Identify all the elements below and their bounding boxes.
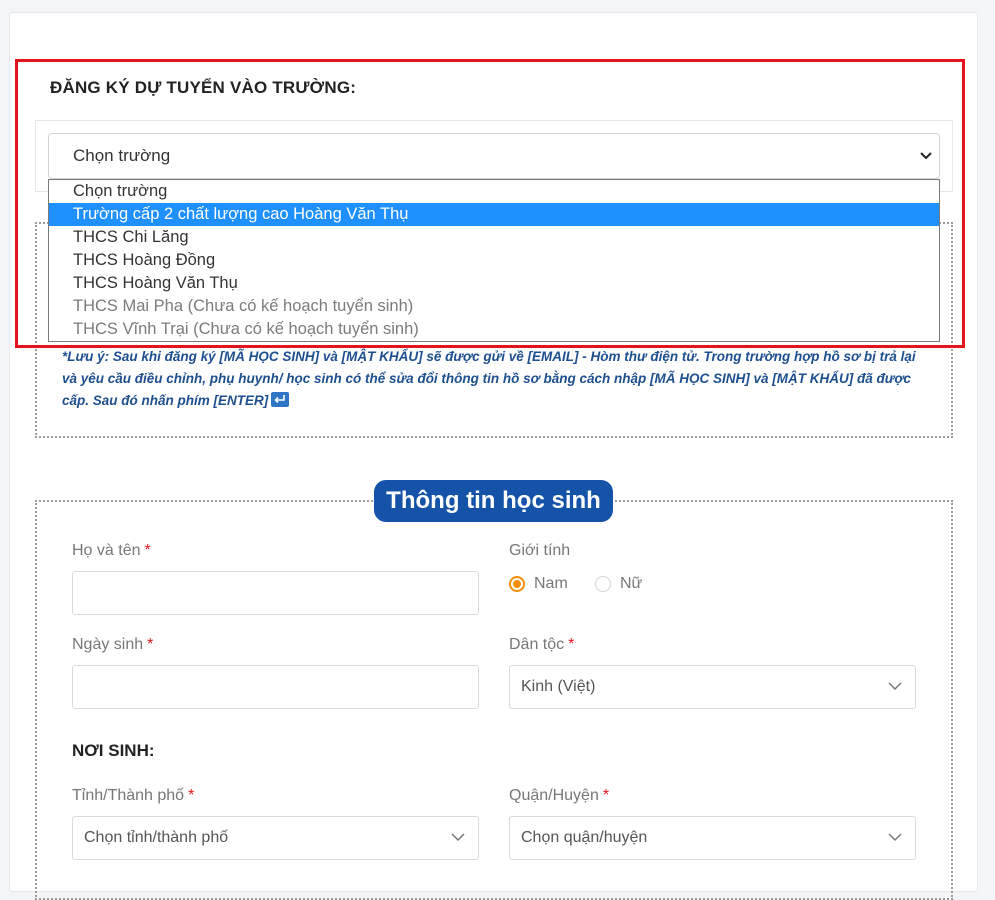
province-select[interactable]: Chọn tỉnh/thành phố bbox=[72, 816, 479, 860]
chevron-down-icon bbox=[888, 833, 902, 842]
province-label-text: Tỉnh/Thành phố bbox=[72, 787, 185, 804]
school-option-disabled: THCS Vĩnh Trại (Chưa có kế hoạch tuyển s… bbox=[73, 320, 419, 338]
gender-female-label: Nữ bbox=[620, 575, 643, 592]
school-dropdown-list: Chọn trường Trường cấp 2 chất lượng cao … bbox=[48, 179, 940, 342]
required-mark: * bbox=[568, 636, 575, 653]
district-select[interactable]: Chọn quận/huyện bbox=[509, 816, 916, 860]
required-mark: * bbox=[144, 542, 151, 559]
ethnicity-value: Kinh (Việt) bbox=[521, 678, 596, 695]
province-label: Tỉnh/Thành phố * bbox=[72, 787, 194, 805]
fullname-label-text: Họ và tên bbox=[72, 542, 141, 559]
ethnicity-label-text: Dân tộc bbox=[509, 636, 565, 653]
school-option[interactable]: THCS Chi Lăng bbox=[49, 226, 939, 249]
registration-note-text: *Lưu ý: Sau khi đăng ký [MÃ HỌC SINH] và… bbox=[62, 349, 916, 408]
required-mark: * bbox=[188, 787, 195, 804]
fullname-input[interactable] bbox=[72, 571, 479, 615]
ethnicity-select[interactable]: Kinh (Việt) bbox=[509, 665, 916, 709]
chevron-down-icon bbox=[888, 682, 902, 691]
radio-checked-icon bbox=[509, 576, 525, 592]
school-option-highlighted[interactable]: Trường cấp 2 chất lượng cao Hoàng Văn Th… bbox=[49, 203, 939, 226]
school-option[interactable]: THCS Hoàng Đồng bbox=[49, 249, 939, 272]
gender-label: Giới tính bbox=[509, 542, 571, 559]
district-placeholder: Chọn quận/huyện bbox=[521, 829, 648, 846]
ethnicity-label: Dân tộc * bbox=[509, 636, 574, 654]
required-mark: * bbox=[147, 636, 154, 653]
school-option-disabled: THCS Mai Pha (Chưa có kế hoạch tuyển sin… bbox=[73, 297, 414, 315]
dob-label-text: Ngày sinh bbox=[72, 636, 144, 653]
school-option[interactable]: Chọn trường bbox=[49, 180, 939, 203]
gender-radio-male[interactable]: Nam bbox=[509, 575, 568, 593]
school-option[interactable]: THCS Hoàng Văn Thụ bbox=[49, 272, 939, 295]
chevron-down-icon bbox=[451, 833, 465, 842]
district-label-text: Quận/Huyện bbox=[509, 787, 599, 804]
required-mark: * bbox=[602, 787, 610, 804]
dob-input[interactable] bbox=[72, 665, 479, 709]
radio-unchecked-icon bbox=[595, 576, 611, 592]
enter-key-icon bbox=[271, 392, 290, 407]
birthplace-heading: NƠI SINH: bbox=[72, 741, 155, 760]
dob-label: Ngày sinh * bbox=[72, 636, 153, 654]
fullname-label: Họ và tên * bbox=[72, 542, 151, 560]
district-label: Quận/Huyện * bbox=[509, 787, 609, 805]
section-title-student-info: Thông tin học sinh bbox=[374, 480, 613, 522]
registration-note: *Lưu ý: Sau khi đăng ký [MÃ HỌC SINH] và… bbox=[62, 346, 932, 412]
gender-radio-female[interactable]: Nữ bbox=[595, 575, 642, 593]
province-placeholder: Chọn tỉnh/thành phố bbox=[84, 829, 229, 846]
gender-male-label: Nam bbox=[534, 575, 568, 592]
